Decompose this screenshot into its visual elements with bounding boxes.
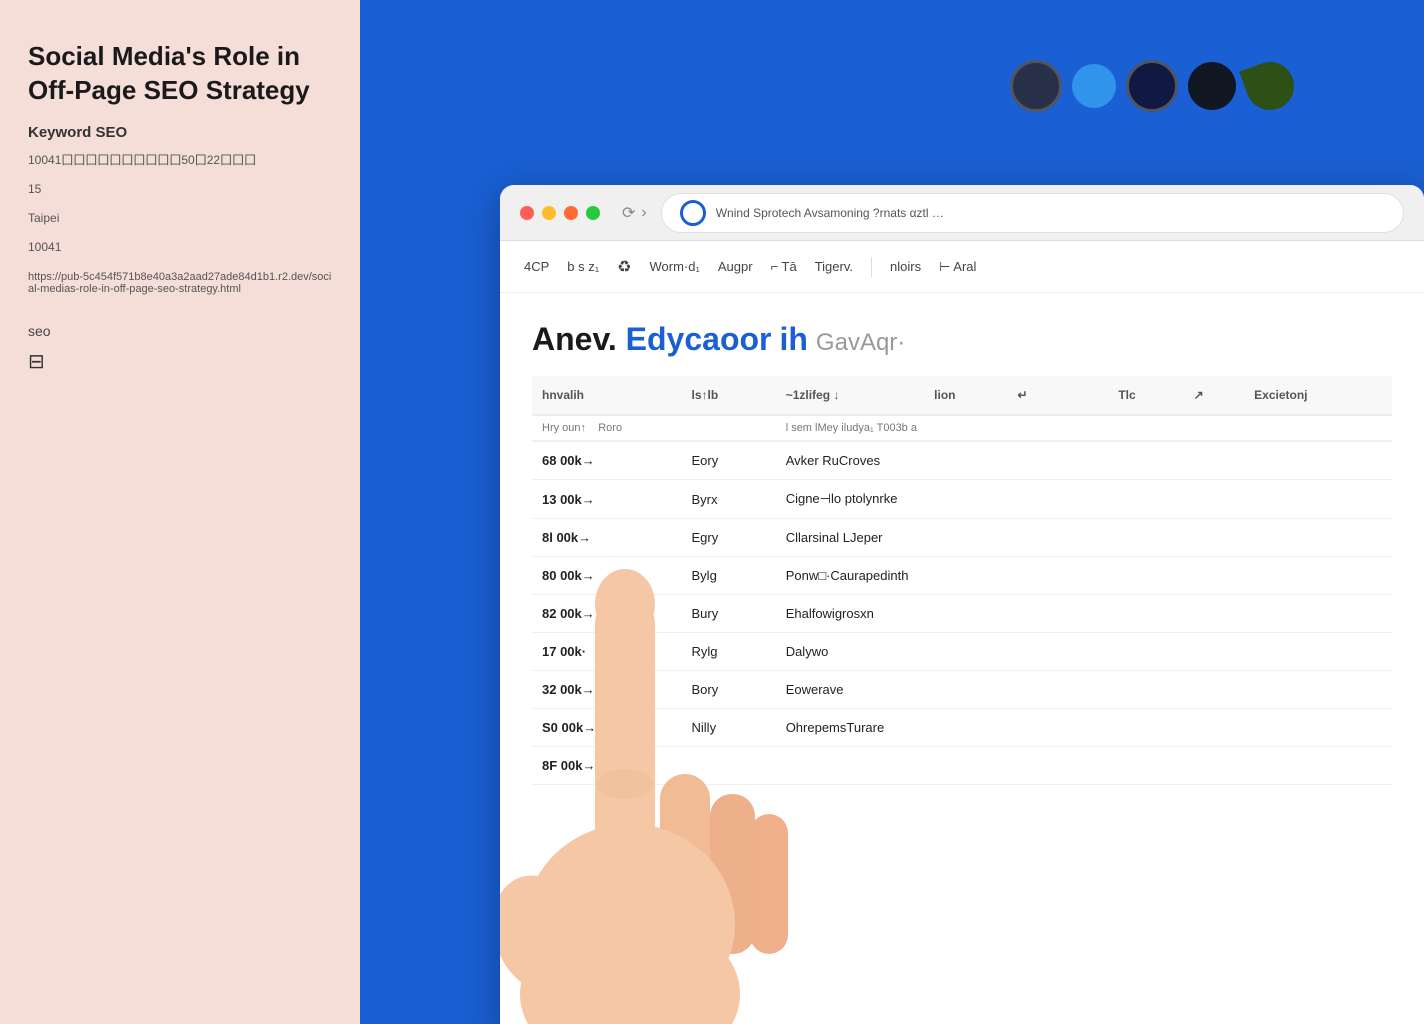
subheader-right: l sem lMey iludya₁ T003b a xyxy=(776,415,1392,441)
table-subheader-row: Hry oun↑ Roro l sem lMey iludya₁ T003b a xyxy=(532,415,1392,441)
th-hnvalih: hnvalih xyxy=(532,376,682,415)
toolbar-item-1[interactable]: b s z₁ xyxy=(567,259,599,274)
table-row: 17 00k· Rylg Dalywo xyxy=(532,633,1392,671)
table-row: 8F 00k→ xyxy=(532,747,1392,785)
tl-yellow[interactable] xyxy=(542,206,556,220)
desc-cell: Cigne⊣lo ptolynrke xyxy=(776,480,1392,519)
deco-circle-3 xyxy=(1126,60,1178,112)
deco-circles xyxy=(1010,60,1294,112)
table-row: 82 00k→ Bury Ehalfowigrosxn xyxy=(532,595,1392,633)
toolbar-item-6[interactable]: Tigerv. xyxy=(815,259,853,274)
heading-blue: ih xyxy=(779,321,807,358)
toolbar-item-5[interactable]: ⌐ Tā xyxy=(771,259,797,274)
th-chart: ↗ xyxy=(1184,376,1245,415)
vol-cell: 8F 00k→ xyxy=(532,747,682,785)
keyword-cell: Byrx xyxy=(682,480,776,519)
toolbar-item-4[interactable]: Augpr xyxy=(718,259,753,274)
table-body: 68 00k→ Eory Avker RuCroves 13 00k→ Byrx… xyxy=(532,441,1392,785)
table-row: 8l 00k→ Egry Cllarsinal LJeper xyxy=(532,519,1392,557)
tl-red[interactable] xyxy=(520,206,534,220)
page-title: Social Media's Role in Off-Page SEO Stra… xyxy=(28,40,332,108)
traffic-lights xyxy=(520,206,600,220)
toolbar-item-3[interactable]: Worm·d₁ xyxy=(649,259,699,274)
desc-cell: Ehalfowigrosxn xyxy=(776,595,1392,633)
vol-cell: 13 00k→ xyxy=(532,480,682,519)
browser-content: Anev. Edycaoor ih GavAqr· hnvalih ls↑lb … xyxy=(500,293,1424,785)
keyword-cell: Eory xyxy=(682,441,776,480)
desc-cell xyxy=(776,747,1392,785)
vol-cell: 82 00k→ xyxy=(532,595,682,633)
toolbar-item-7[interactable]: nloirs xyxy=(890,259,921,274)
vol-cell: 17 00k· xyxy=(532,633,682,671)
th-arrow: ↵ xyxy=(1007,376,1068,415)
subheader-left: Hry oun↑ Roro xyxy=(532,415,776,441)
vol-cell: 80 00k→ xyxy=(532,557,682,595)
keyword-cell: Nilly xyxy=(682,709,776,747)
address-circle-icon xyxy=(680,200,706,226)
deco-leaf xyxy=(1239,55,1301,117)
table-row: S0 00k→ Nilly OhrepemsTurare xyxy=(532,709,1392,747)
deco-circle-4 xyxy=(1188,62,1236,110)
deco-circle-1 xyxy=(1010,60,1062,112)
browser-toolbar: 4CP b s z₁ ♻ Worm·d₁ Augpr ⌐ Tā Tigerv. … xyxy=(500,241,1424,293)
right-area: ⟳ › Wnind Sprotech Avsamoning ?rnats αzt… xyxy=(360,0,1424,1024)
desc-cell: Dalywo xyxy=(776,633,1392,671)
keyword-label: Keyword SEO xyxy=(28,124,332,141)
vol-cell: 8l 00k→ xyxy=(532,519,682,557)
desc-cell: Avker RuCroves xyxy=(776,441,1392,480)
keyword-cell: Bory xyxy=(682,671,776,709)
th-excietonj: Excietonj xyxy=(1244,376,1392,415)
vol-cell: 68 00k→ xyxy=(532,441,682,480)
table-row: 80 00k→ Bylg Ponw□·Caurapedinth xyxy=(532,557,1392,595)
tl-green[interactable] xyxy=(586,206,600,220)
desc-cell: Cllarsinal LJeper xyxy=(776,519,1392,557)
meta-zip: 10041 xyxy=(28,238,332,257)
meta-line1: 10041囗囗囗囗囗囗囗囗囗囗50囗22囗囗囗 xyxy=(28,151,332,170)
keyword-cell: Bylg xyxy=(682,557,776,595)
left-panel: Social Media's Role in Off-Page SEO Stra… xyxy=(0,0,360,1024)
toolbar-recycle-icon[interactable]: ♻ xyxy=(617,257,631,277)
forward-icon[interactable]: › xyxy=(641,204,646,222)
keyword-cell: Bury xyxy=(682,595,776,633)
meta-city: Taipei xyxy=(28,209,332,228)
vol-cell: S0 00k→ xyxy=(532,709,682,747)
table-header-row: hnvalih ls↑lb ~1zlifeg ↓ lion ↵ Tlc ↗ Ex… xyxy=(532,376,1392,415)
desc-cell: OhrepemsTurare xyxy=(776,709,1392,747)
keyword-cell: Rylg xyxy=(682,633,776,671)
table-row: 13 00k→ Byrx Cigne⊣lo ptolynrke xyxy=(532,480,1392,519)
vol-cell: 32 00k→ xyxy=(532,671,682,709)
th-lstb: ls↑lb xyxy=(682,376,776,415)
heading-bold: Anev. Edycaoor xyxy=(532,321,771,358)
tl-orange[interactable] xyxy=(564,206,578,220)
th-lion: lion xyxy=(924,376,1007,415)
browser-chrome: ⟳ › Wnind Sprotech Avsamoning ?rnats αzt… xyxy=(500,185,1424,241)
address-text: Wnind Sprotech Avsamoning ?rnats αztl … xyxy=(716,206,944,220)
toolbar-item-8[interactable]: ⊢ Aral xyxy=(939,259,976,275)
keyword-cell: Egry xyxy=(682,519,776,557)
th-empty xyxy=(1068,376,1108,415)
back-icon[interactable]: ⟳ xyxy=(622,203,635,223)
browser-window: ⟳ › Wnind Sprotech Avsamoning ?rnats αzt… xyxy=(500,185,1424,1024)
meta-line2: 15 xyxy=(28,180,332,199)
heading-gray: GavAqr· xyxy=(816,329,905,357)
address-bar[interactable]: Wnind Sprotech Avsamoning ?rnats αztl … xyxy=(661,193,1404,233)
keyword-cell xyxy=(682,747,776,785)
desc-cell: Ponw□·Caurapedinth xyxy=(776,557,1392,595)
seo-icon: ⊟ xyxy=(28,349,332,374)
table-row: 32 00k→ Bory Eowerave xyxy=(532,671,1392,709)
desc-cell: Eowerave xyxy=(776,671,1392,709)
th-zlifeg: ~1zlifeg ↓ xyxy=(776,376,924,415)
nav-buttons: ⟳ › xyxy=(622,203,647,223)
toolbar-separator xyxy=(871,257,872,277)
seo-label: seo xyxy=(28,323,332,339)
table-row: 68 00k→ Eory Avker RuCroves xyxy=(532,441,1392,480)
th-tlc: Tlc xyxy=(1108,376,1183,415)
page-url: https://pub-5c454f571b8e40a3a2aad27ade84… xyxy=(28,271,332,295)
toolbar-item-0[interactable]: 4CP xyxy=(524,259,549,274)
deco-circle-2 xyxy=(1072,64,1116,108)
page-heading: Anev. Edycaoor ih GavAqr· xyxy=(532,321,1392,358)
keyword-table: hnvalih ls↑lb ~1zlifeg ↓ lion ↵ Tlc ↗ Ex… xyxy=(532,376,1392,785)
